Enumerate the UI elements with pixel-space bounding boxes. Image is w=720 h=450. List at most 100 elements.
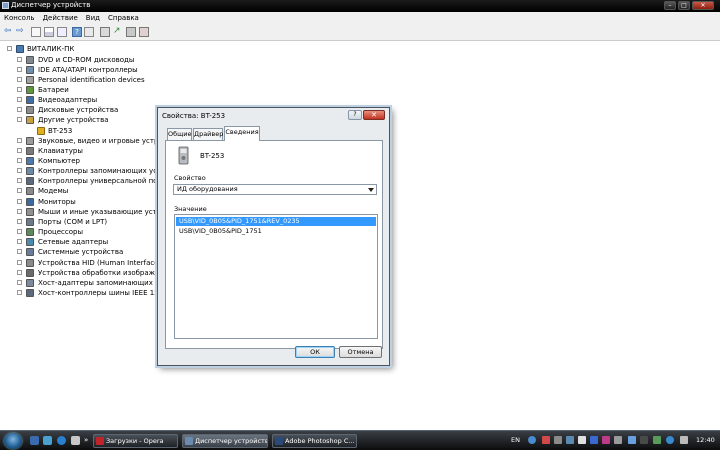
tree-category-label: Другие устройства [38,116,109,125]
show-desktop-icon[interactable] [30,436,39,445]
tree-category-label: Системные устройства [38,248,124,257]
menu-help[interactable]: Справка [104,12,143,24]
network-tray-icon[interactable] [566,436,574,444]
menu-action[interactable]: Действие [39,12,82,24]
tree-category-label: Хост-контроллеры шины IEEE 1394 [38,288,168,297]
expand-icon[interactable] [17,76,22,82]
expand-icon[interactable] [17,239,22,245]
chevron-right-icon[interactable]: » [84,436,93,445]
host-adapter-icon [26,278,34,287]
list-view-icon[interactable] [57,27,67,37]
help-tray-icon[interactable] [528,436,536,444]
dialog-close-button[interactable]: ✕ [363,110,385,120]
disable-device-icon[interactable] [126,27,136,37]
expand-icon[interactable] [17,229,22,235]
expand-icon[interactable] [17,259,22,265]
taskbar: » Загрузки - Opera Диспетчер устройств A… [0,430,720,450]
expand-icon[interactable] [17,269,22,275]
help-icon[interactable]: ? [72,27,82,37]
scan-hardware-icon[interactable] [100,27,110,37]
expand-icon[interactable] [17,107,22,113]
expand-icon[interactable] [17,188,22,194]
usb-tray-icon[interactable] [554,436,562,444]
title-bar[interactable]: Диспетчер устройств – □ ✕ [0,0,720,12]
properties-icon[interactable] [84,27,94,37]
expand-icon[interactable] [17,97,22,103]
tab-details[interactable]: Сведения [224,126,260,141]
expand-icon[interactable] [17,249,22,255]
cancel-button[interactable]: Отмена [339,346,382,358]
start-button[interactable] [4,433,22,449]
task-photoshop[interactable]: Adobe Photoshop C... [272,434,357,448]
expand-icon[interactable] [17,137,22,143]
expand-icon[interactable] [17,158,22,163]
bluetooth-icon[interactable] [590,436,598,444]
toolbar: ⇦ ⇨ ? ↗ [0,24,720,41]
expand-icon[interactable] [17,56,22,62]
help-button[interactable]: ? [348,110,362,120]
collapse-icon[interactable] [17,117,22,123]
tree-category-label: Клавиатуры [38,146,83,155]
uninstall-device-icon[interactable] [139,27,149,37]
monitor-tray-icon[interactable] [628,436,636,444]
menu-view[interactable]: Вид [82,12,104,24]
network-status-icon[interactable] [653,436,661,444]
task-opera[interactable]: Загрузки - Opera [93,434,178,448]
opera-icon [96,437,104,445]
update-driver-icon[interactable]: ↗ [113,27,123,37]
expand-icon[interactable] [17,147,22,153]
tab-general[interactable]: Общие [167,128,192,140]
volume-icon[interactable] [680,436,688,444]
dvd-drive-icon [26,55,34,64]
show-tree-icon[interactable] [44,27,54,37]
tray-icon[interactable] [578,436,586,444]
task-label: Диспетчер устройств [195,437,268,445]
expand-icon[interactable] [17,198,22,204]
internet-explorer-icon[interactable] [57,436,66,445]
value-list[interactable]: USB\VID_0B05&PID_1751&REV_0235 USB\VID_0… [174,214,378,339]
safely-remove-icon[interactable] [614,436,622,444]
ok-button[interactable]: ОК [295,346,335,358]
window-title: Диспетчер устройств [11,1,91,9]
value-item[interactable]: USB\VID_0B05&PID_1751&REV_0235 [176,217,376,226]
task-label: Загрузки - Opera [106,437,164,445]
language-indicator[interactable]: EN [511,436,520,444]
hid-icon [26,258,34,267]
media-tray-icon[interactable] [602,436,610,444]
expand-icon[interactable] [17,208,22,214]
task-device-manager[interactable]: Диспетчер устройств [182,434,268,448]
expand-icon[interactable] [17,279,22,285]
tree-root-label: ВИТАЛИК-ПК [27,45,75,53]
menu-console[interactable]: Консоль [0,12,39,24]
property-dropdown[interactable]: ИД оборудования [173,184,377,195]
power-icon[interactable] [640,436,648,444]
value-item[interactable]: USB\VID_0B05&PID_1751 [176,227,376,236]
mouse-icon [26,207,34,216]
expand-icon[interactable] [17,178,22,184]
processor-icon [26,228,34,237]
properties-view-icon[interactable] [31,27,41,37]
quick-launch-icon[interactable] [71,436,80,445]
value-label: Значение [174,205,207,213]
forward-arrow-icon[interactable]: ⇨ [16,27,26,37]
clock[interactable]: 12:40 [696,436,715,444]
tab-driver[interactable]: Драйвер [193,128,223,140]
expand-icon[interactable] [17,218,22,224]
maximize-button[interactable]: □ [678,1,690,10]
tree-device-label: BT-253 [48,126,73,135]
keyboard-icon [26,146,34,155]
expand-icon[interactable] [17,168,22,174]
tree-category-label: IDE ATA/ATAPI контроллеры [38,65,138,74]
antivirus-icon[interactable] [542,436,550,444]
wifi-icon[interactable] [666,436,674,444]
expand-icon[interactable] [17,86,22,92]
switch-windows-icon[interactable] [43,436,52,445]
back-arrow-icon[interactable]: ⇦ [4,27,14,37]
expand-icon[interactable] [17,289,22,295]
minimize-button[interactable]: – [664,1,676,10]
close-button[interactable]: ✕ [692,1,714,10]
expand-icon[interactable] [17,66,22,72]
speaker-icon [26,136,34,145]
collapse-icon[interactable] [7,46,12,51]
tree-category-label: Мониторы [38,197,76,206]
